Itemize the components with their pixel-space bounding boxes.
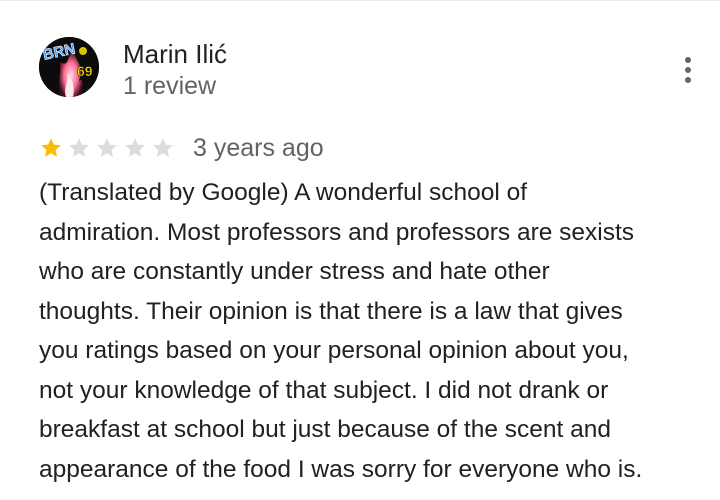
more-vertical-icon [685, 57, 691, 83]
star-empty-icon [123, 136, 147, 160]
review-text-line: thoughts. Their opinion is that there is… [39, 297, 623, 325]
star-empty-icon [151, 136, 175, 160]
author-name[interactable]: Marin Ilić [123, 38, 227, 70]
more-options-button[interactable] [672, 54, 704, 86]
review-text-line: breakfast at school but just because of … [39, 416, 612, 443]
review-text-line: (Translated by Google) A wonderful schoo… [39, 179, 528, 206]
avatar-text-bottom: 69 [77, 63, 93, 79]
star-rating [39, 136, 175, 160]
star-empty-icon [67, 136, 91, 160]
review-text: (Translated by Google) A wonderful schoo… [39, 173, 704, 489]
avatar[interactable]: BRN 69 [39, 37, 99, 97]
star-empty-icon [95, 136, 119, 160]
star-filled-icon [39, 136, 63, 160]
review-count[interactable]: 1 review [123, 71, 216, 101]
rating-row: 3 years ago [39, 132, 324, 164]
review-card: BRN 69 Marin Ilić 1 review 3 years ago (… [0, 0, 720, 500]
review-text-line: admiration. Most professors and professo… [39, 218, 635, 246]
review-text-line: you ratings based on your personal opini… [39, 337, 629, 364]
review-text-line: who are constantly under stress and hate… [39, 258, 550, 285]
avatar-graffiti-icon: BRN 69 [39, 37, 99, 97]
review-text-line: not your knowledge of that subject. I di… [39, 376, 609, 404]
review-date: 3 years ago [193, 134, 324, 162]
review-text-line: appearance of the food I was sorry for e… [39, 455, 643, 483]
